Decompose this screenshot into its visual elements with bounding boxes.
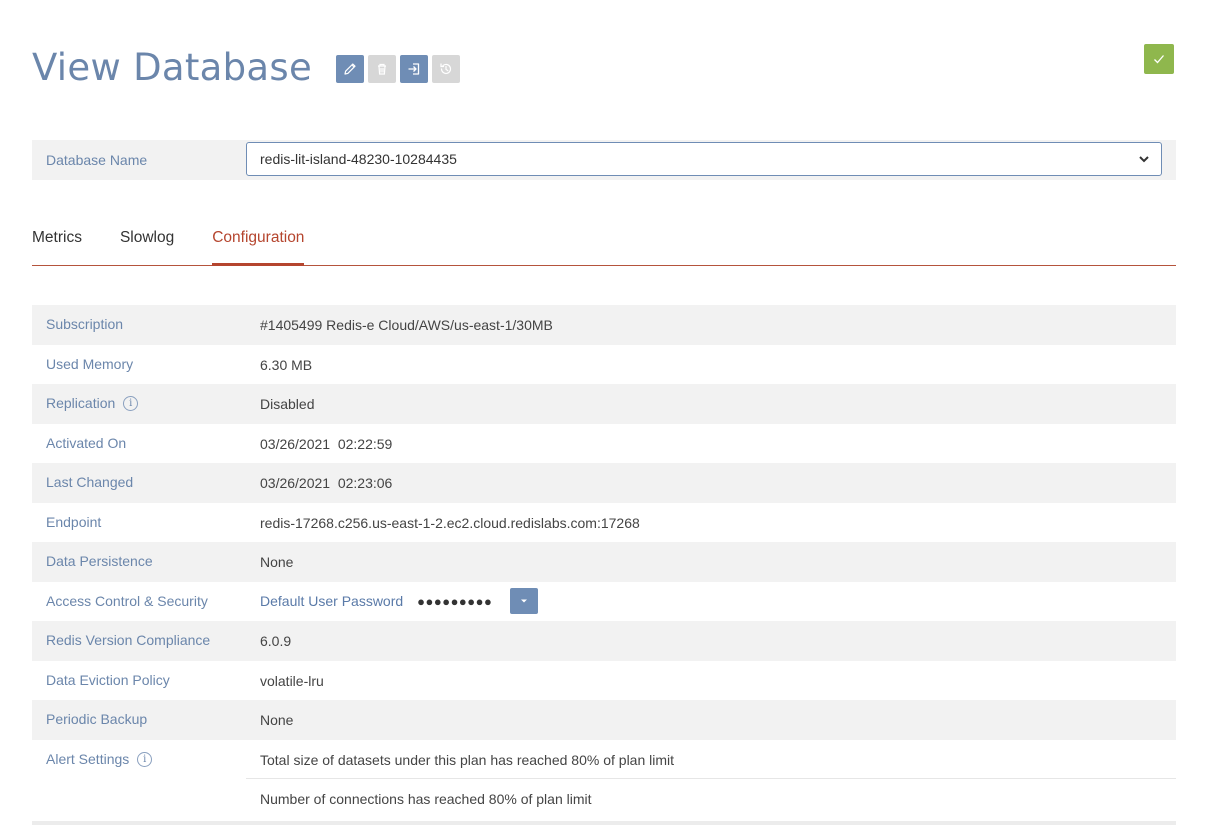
config-label: Endpoint [46,513,102,530]
config-value: 03/26/2021 02:22:59 [260,435,393,452]
config-row-access-control: Access Control & Security Default User P… [32,582,1176,622]
config-label: Access Control & Security [46,592,208,609]
page-header: View Database [32,42,461,92]
tab-configuration[interactable]: Configuration [212,226,305,266]
database-select[interactable]: redis-lit-island-48230-10284435 [246,142,1162,176]
config-value: 03/26/2021 02:23:06 [260,475,393,491]
password-label: Default User Password [260,593,404,610]
config-value: Disabled [260,396,315,412]
config-label: Last Changed [46,474,134,490]
password-mask: ●●●●●●●●● [417,593,493,609]
config-label: Activated On [46,434,127,451]
database-name-row: Database Name redis-lit-island-48230-102… [32,140,1176,180]
import-icon [408,63,420,75]
edit-icon [344,63,356,75]
config-row-used-memory: Used Memory 6.30 MB [32,345,1176,385]
config-value: 6.30 MB [260,356,313,373]
config-label: Replication [46,395,116,411]
title-actions [336,55,461,83]
config-value: 6.0.9 [260,633,292,649]
page-title: View Database [32,45,313,89]
delete-icon [378,63,387,75]
restore-icon [440,63,452,75]
tab-slowlog[interactable]: Slowlog [120,226,174,265]
config-row-alert-settings: Alert Settings i Total size of datasets … [32,740,1176,819]
confirm-button[interactable] [1144,44,1174,74]
config-row-last-changed: Last Changed 03/26/2021 02:23:06 [32,463,1176,503]
config-row-data-persistence: Data Persistence None [32,542,1176,582]
config-row-eviction-policy: Data Eviction Policy volatile-lru [32,661,1176,701]
delete-button[interactable] [368,55,397,83]
database-name-label: Database Name [46,152,148,168]
password-dropdown-button[interactable] [510,588,539,615]
edit-button[interactable] [336,55,365,83]
alert-item: Total size of datasets under this plan h… [246,740,1176,779]
database-select-value: redis-lit-island-48230-10284435 [260,151,457,167]
config-row-redis-version: Redis Version Compliance 6.0.9 [32,621,1176,661]
info-icon[interactable]: i [123,396,139,411]
divider [32,820,1176,825]
config-label: Subscription [46,316,124,332]
config-label: Data Eviction Policy [46,671,170,688]
config-row-subscription: Subscription #1405499 Redis-e Cloud/AWS/… [32,305,1176,345]
config-value: None [260,712,294,728]
restore-button[interactable] [432,55,461,83]
tab-bar: Metrics Slowlog Configuration [32,226,1176,266]
config-value: None [260,554,294,570]
check-icon [1154,55,1164,64]
config-label: Periodic Backup [46,711,148,727]
config-row-activated-on: Activated On 03/26/2021 02:22:59 [32,424,1176,464]
config-value: redis-17268.c256.us-east-1-2.ec2.cloud.r… [260,514,640,531]
config-label: Alert Settings [46,750,130,767]
alert-values: Total size of datasets under this plan h… [246,740,1176,819]
config-label-wrap: Alert Settings i [32,740,246,819]
config-row-endpoint: Endpoint redis-17268.c256.us-east-1-2.ec… [32,503,1176,543]
password-field: Default User Password ●●●●●●●●● [246,582,1176,622]
caret-down-icon [521,599,528,603]
config-label: Redis Version Compliance [46,632,211,648]
config-value: #1405499 Redis-e Cloud/AWS/us-east-1/30M… [260,317,553,333]
info-icon[interactable]: i [137,751,153,767]
config-label-wrap: Replication i [32,384,246,424]
alert-item: Number of connections has reached 80% of… [260,791,592,807]
import-button[interactable] [400,55,429,83]
config-value: volatile-lru [260,672,324,689]
tab-metrics[interactable]: Metrics [32,226,82,265]
chevron-down-icon [1139,156,1149,163]
config-label: Used Memory [46,355,134,372]
config-row-periodic-backup: Periodic Backup None [32,700,1176,740]
config-row-replication: Replication i Disabled [32,384,1176,424]
configuration-table: Subscription #1405499 Redis-e Cloud/AWS/… [32,305,1176,825]
config-label: Data Persistence [46,553,153,569]
